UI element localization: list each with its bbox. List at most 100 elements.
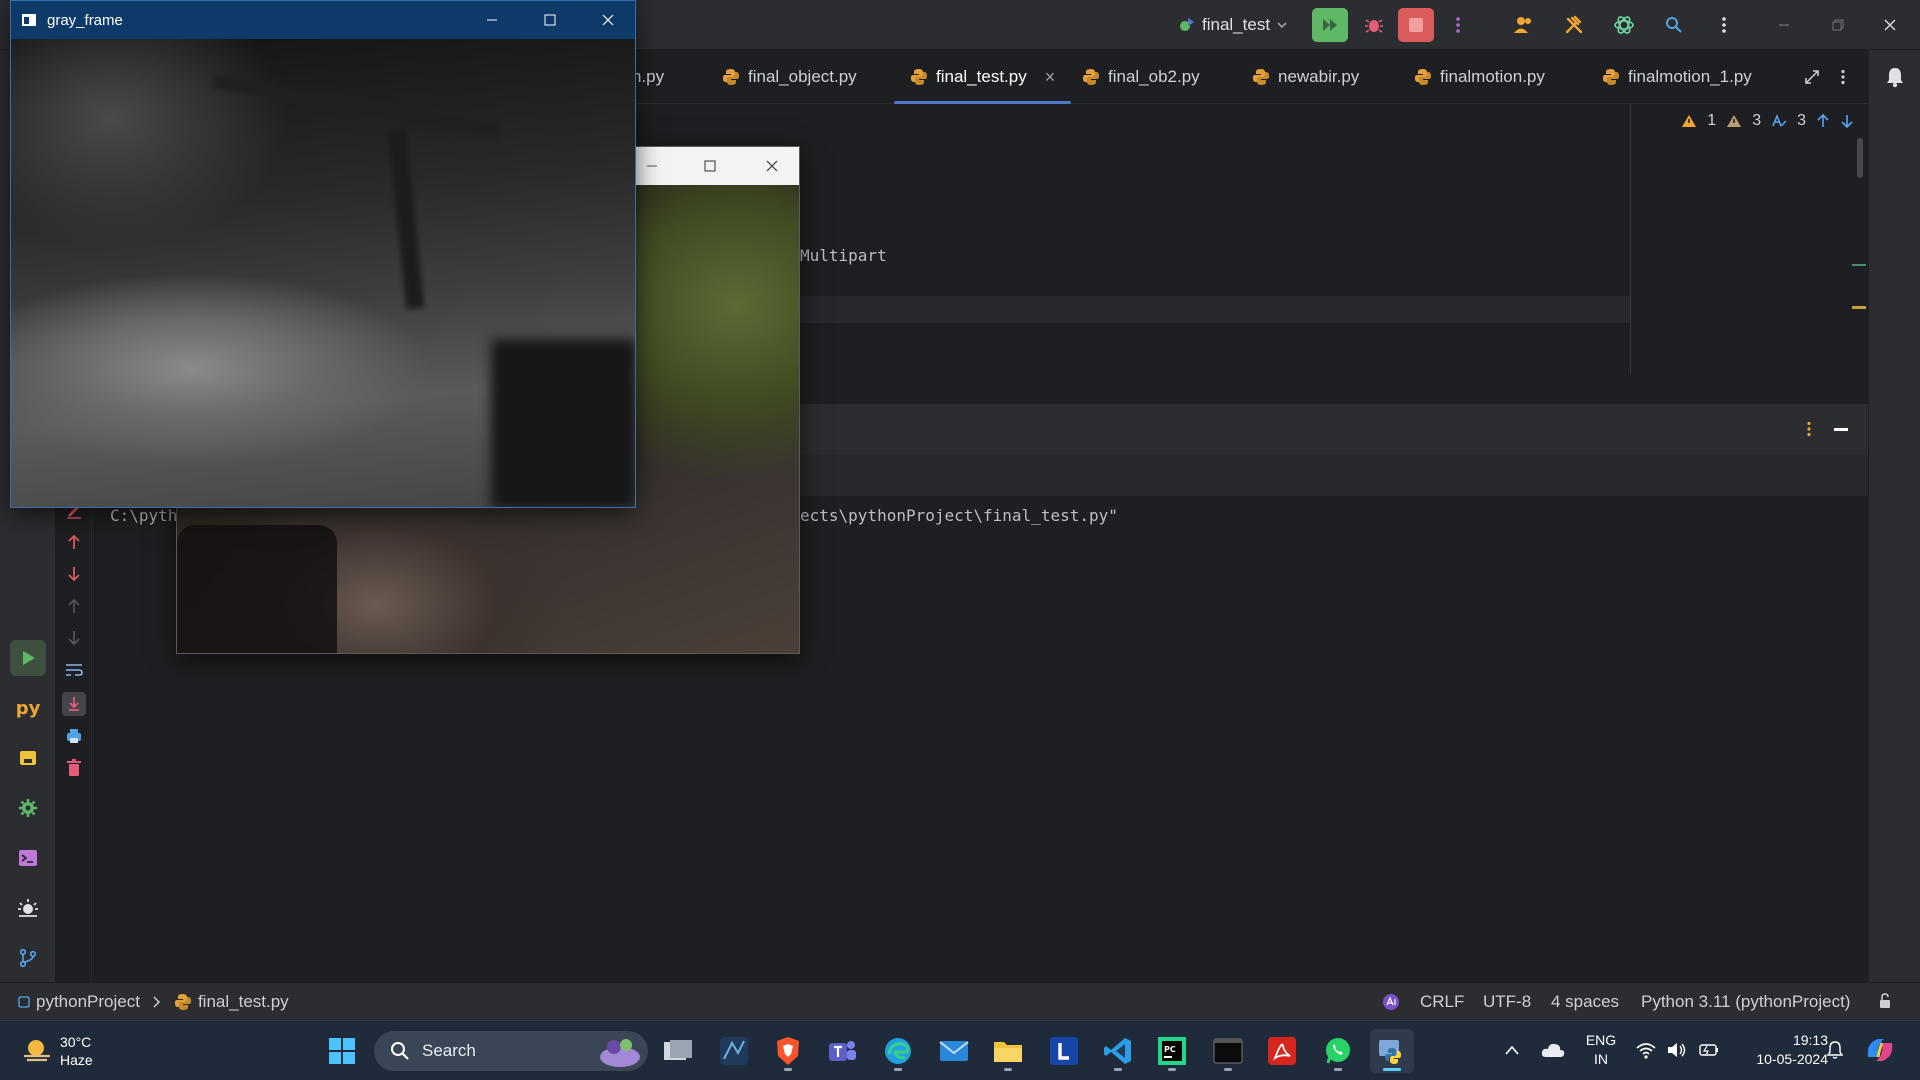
python-file-icon	[174, 994, 191, 1010]
taskbar-app-l[interactable]	[1042, 1029, 1086, 1073]
tab-newabir[interactable]: newabir.py	[1252, 50, 1359, 104]
python-interpreter[interactable]: Python 3.11 (pythonProject)	[1641, 992, 1850, 1012]
more-vertical-icon	[1841, 69, 1845, 85]
taskbar-app-teams[interactable]	[820, 1029, 864, 1073]
ai-icon[interactable]	[1382, 993, 1400, 1011]
weather-haze-icon	[24, 1040, 50, 1062]
taskbar-app-brave[interactable]	[766, 1029, 810, 1073]
tab-n-py[interactable]: n.py	[632, 50, 664, 104]
indent-setting[interactable]: 4 spaces	[1551, 992, 1619, 1012]
tab-final-test[interactable]: final_test.py ×	[893, 50, 1072, 104]
scroll-to-end-icon[interactable]	[62, 692, 86, 716]
running-indicator	[1334, 1068, 1342, 1071]
gray-frame-titlebar[interactable]: gray_frame	[11, 1, 635, 39]
stop-button[interactable]	[1398, 8, 1434, 42]
language-indicator[interactable]: ENG IN	[1584, 1031, 1618, 1069]
soft-wrap-icon[interactable]	[64, 660, 84, 680]
running-indicator	[1224, 1068, 1232, 1071]
code-with-me-button[interactable]	[1506, 8, 1542, 42]
copilot-icon[interactable]	[1864, 1035, 1896, 1065]
right-tool-strip	[1868, 50, 1920, 982]
run-button[interactable]	[1312, 8, 1348, 42]
taskbar-app-explorer[interactable]	[986, 1029, 1030, 1073]
lock-icon[interactable]	[1878, 993, 1892, 1009]
taskbar-app-python[interactable]	[1370, 1029, 1414, 1073]
bell-icon[interactable]	[1885, 66, 1905, 88]
battery-icon[interactable]	[1698, 1041, 1720, 1059]
taskbar-app-acrobat[interactable]	[1260, 1029, 1304, 1073]
weather-widget[interactable]: 30°C Haze	[22, 1031, 93, 1071]
tab-finalmotion[interactable]: finalmotion.py	[1414, 50, 1545, 104]
tab-final-object[interactable]: final_object.py	[722, 50, 857, 104]
chevron-up-icon[interactable]	[1504, 1043, 1520, 1057]
run-tool-button[interactable]	[10, 640, 46, 676]
terminal-button[interactable]	[10, 840, 46, 876]
build-tools-button[interactable]	[1556, 8, 1592, 42]
gear-icon	[19, 799, 37, 817]
trash-icon[interactable]	[64, 758, 84, 778]
taskbar-app-snipping[interactable]	[712, 1029, 756, 1073]
taskbar-search[interactable]: Search	[374, 1031, 648, 1071]
maximize-button[interactable]	[685, 147, 735, 185]
expand-editor-button[interactable]	[1804, 50, 1820, 104]
problems-icon	[18, 899, 38, 917]
close-button[interactable]	[579, 1, 637, 39]
debug-button[interactable]	[1356, 8, 1392, 42]
python-file-icon	[911, 69, 927, 85]
ide-restore-button[interactable]	[1822, 10, 1854, 40]
running-indicator	[1168, 1068, 1176, 1071]
search-everywhere-button[interactable]	[1656, 8, 1692, 42]
taskbar-app-mail[interactable]	[932, 1029, 976, 1073]
taskbar-app-edge[interactable]	[876, 1029, 920, 1073]
stop-icon	[1409, 18, 1423, 32]
notification-bell-icon[interactable]	[1826, 1040, 1844, 1060]
hide-panel-icon[interactable]	[1834, 428, 1848, 432]
tab-final-ob2[interactable]: final_ob2.py	[1082, 50, 1200, 104]
file-encoding[interactable]: UTF-8	[1483, 992, 1531, 1012]
arrow-up-icon[interactable]	[1816, 113, 1830, 129]
task-view-button[interactable]	[656, 1029, 700, 1073]
main-menu-button[interactable]	[1706, 8, 1742, 42]
arrow-down-icon[interactable]	[64, 564, 84, 584]
breadcrumb-project[interactable]: pythonProject	[36, 992, 140, 1012]
ide-minimize-button[interactable]	[1768, 10, 1800, 40]
ai-assistant-button[interactable]	[1606, 8, 1642, 42]
acrobat-icon	[1268, 1037, 1296, 1065]
arrow-up-icon[interactable]	[64, 532, 84, 552]
arrow-down-icon[interactable]	[1840, 113, 1854, 129]
python-packages-button[interactable]	[10, 740, 46, 776]
hammer-wrench-icon	[1565, 15, 1583, 34]
tab-close-icon[interactable]: ×	[1045, 67, 1056, 88]
vscode-icon	[1104, 1038, 1131, 1064]
print-icon[interactable]	[64, 726, 84, 746]
version-control-button[interactable]	[10, 940, 46, 976]
running-indicator	[784, 1068, 792, 1071]
close-button[interactable]	[743, 147, 801, 185]
more-vertical-icon[interactable]	[1806, 421, 1812, 437]
clock[interactable]: 19:13 10-05-2024	[1732, 1031, 1828, 1069]
run-more-button[interactable]	[1440, 8, 1476, 42]
run-config-selector[interactable]: final_test	[1178, 14, 1288, 36]
tab-options-button[interactable]	[1840, 50, 1846, 104]
taskbar-app-pycharm[interactable]: PC	[1150, 1029, 1194, 1073]
wifi-icon[interactable]	[1636, 1041, 1656, 1059]
tab-finalmotion-1[interactable]: finalmotion_1.py	[1602, 50, 1752, 104]
scrollbar-thumb[interactable]	[1857, 138, 1863, 178]
start-button[interactable]	[320, 1029, 364, 1073]
taskbar-app-whatsapp[interactable]	[1316, 1029, 1360, 1073]
taskbar-app-terminal[interactable]	[1206, 1029, 1250, 1073]
inspection-widget[interactable]: 1 3 3	[1681, 112, 1854, 130]
ide-close-button[interactable]	[1874, 10, 1906, 40]
gray-frame-title: gray_frame	[47, 12, 123, 29]
onedrive-icon[interactable]	[1540, 1041, 1566, 1059]
breadcrumb-file[interactable]: final_test.py	[198, 992, 289, 1012]
gray-frame-window[interactable]: gray_frame	[10, 0, 636, 508]
volume-icon[interactable]	[1666, 1041, 1686, 1059]
line-ending[interactable]: CRLF	[1420, 992, 1464, 1012]
services-button[interactable]	[10, 790, 46, 826]
taskbar-app-vscode[interactable]	[1096, 1029, 1140, 1073]
minimize-button[interactable]	[463, 1, 521, 39]
python-console-button[interactable]: py	[10, 690, 46, 726]
problems-button[interactable]	[10, 890, 46, 926]
maximize-button[interactable]	[521, 1, 579, 39]
